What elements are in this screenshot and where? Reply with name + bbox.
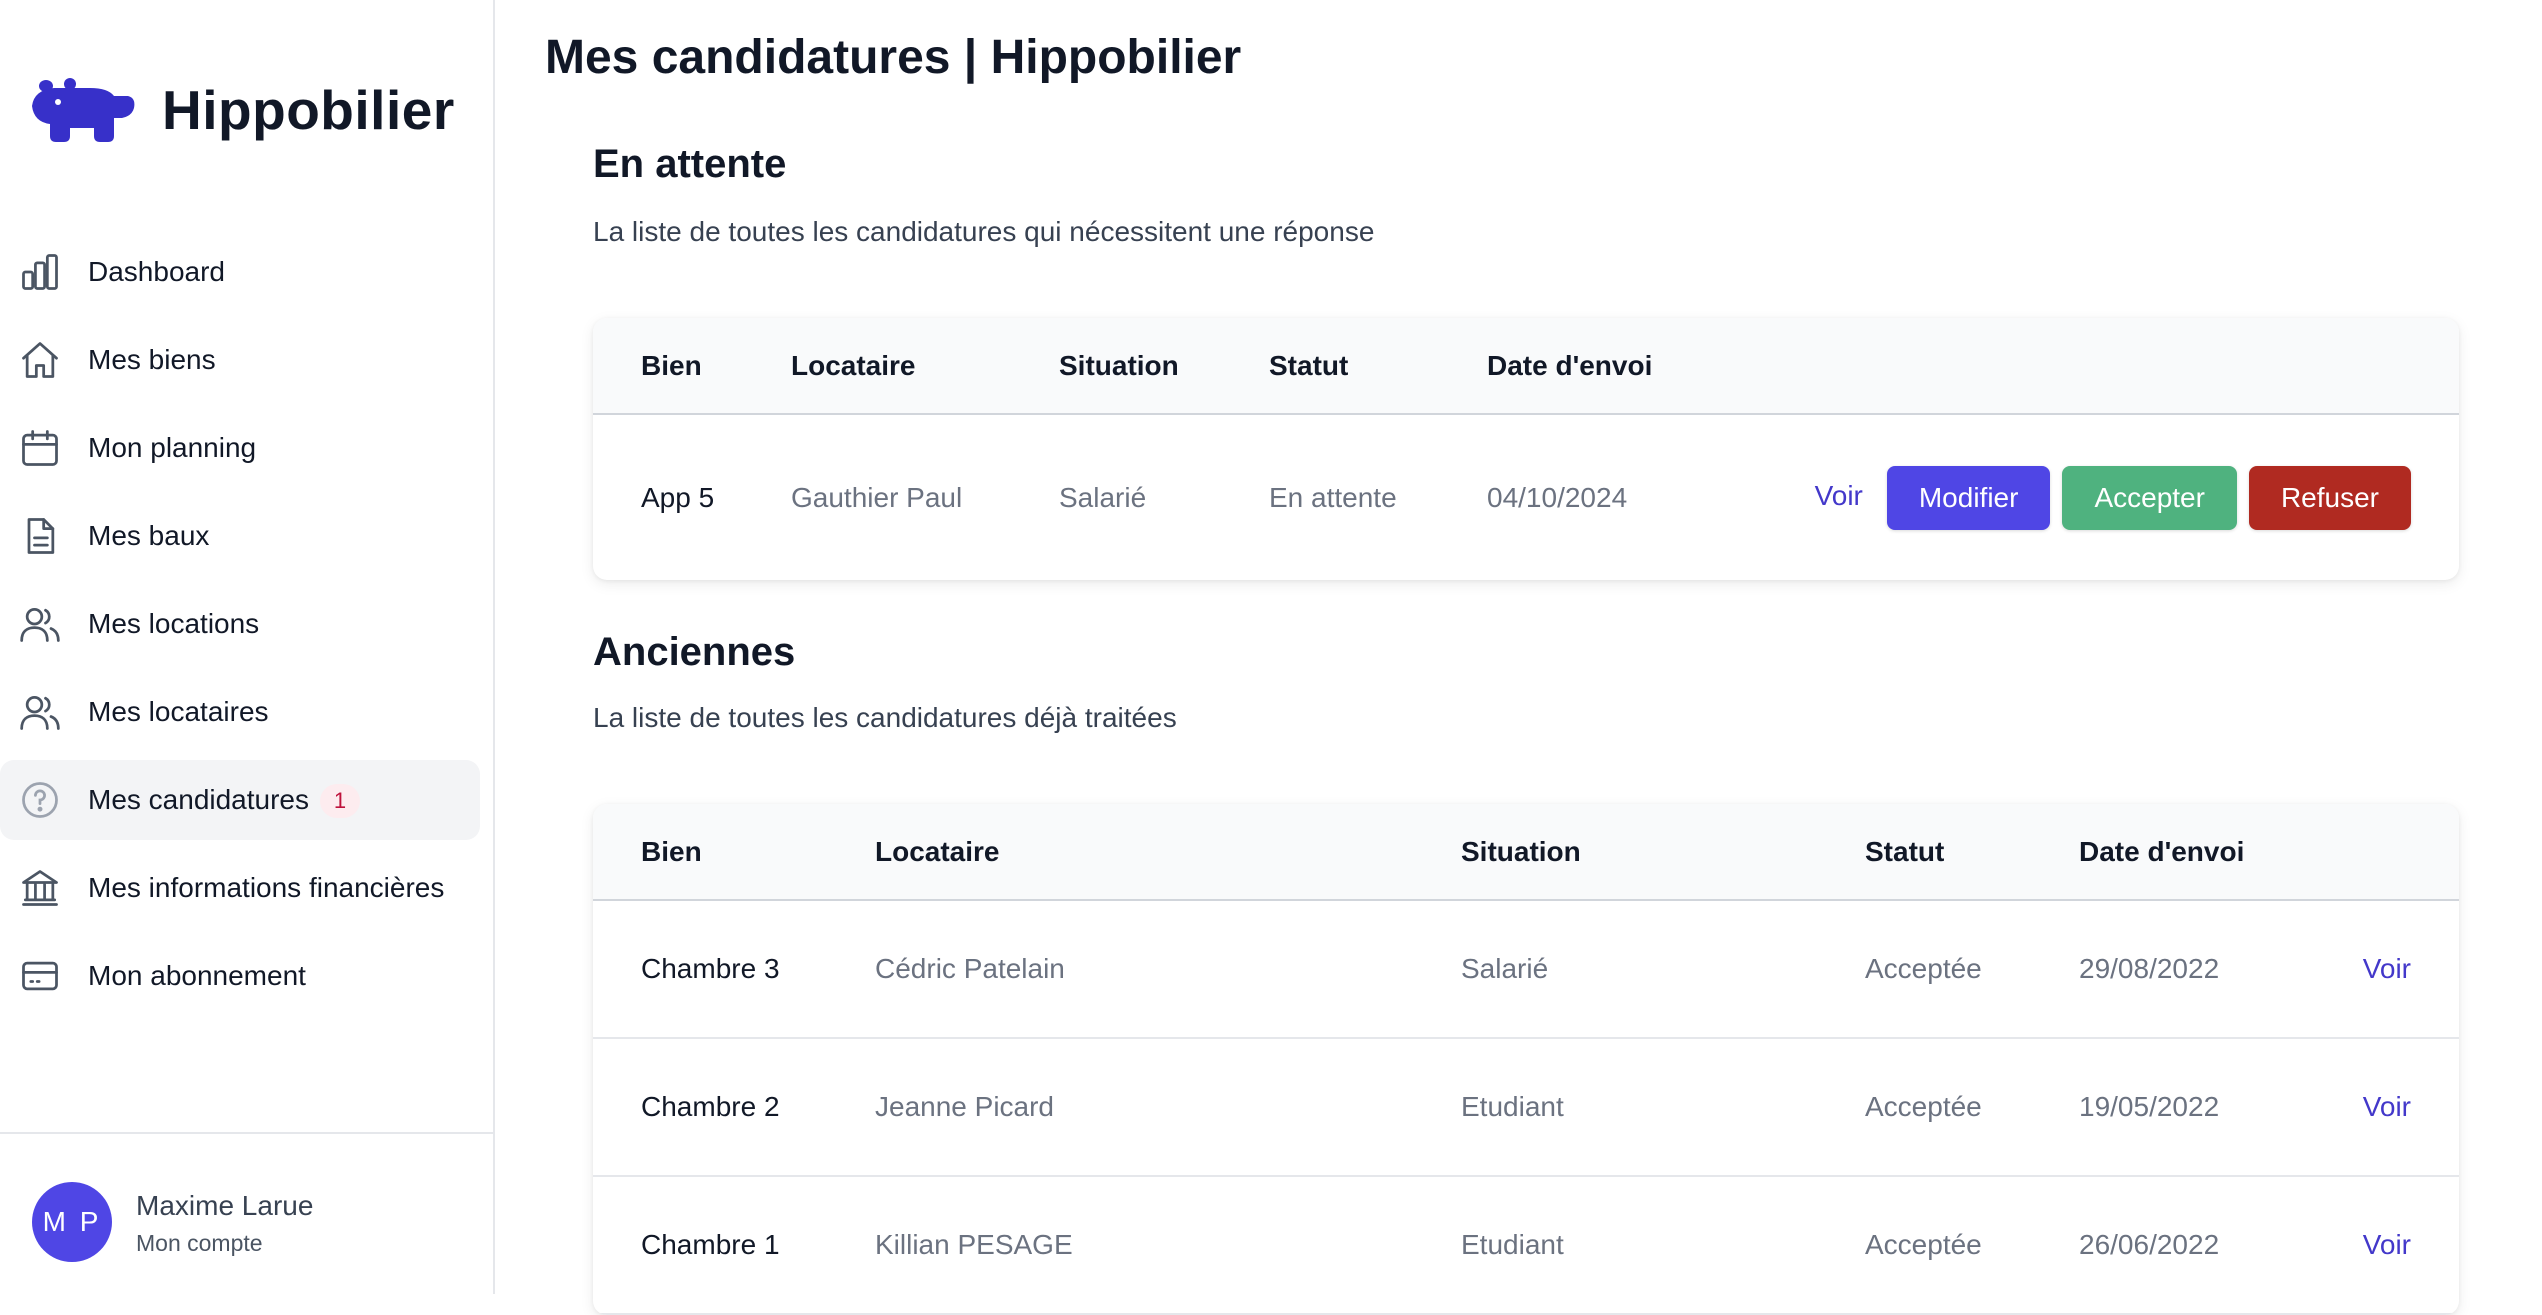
calendar-icon bbox=[18, 426, 62, 470]
main-content: Mes candidatures | Hippobilier En attent… bbox=[497, 0, 2542, 1315]
column-header-situation[interactable]: Situation bbox=[1059, 318, 1269, 415]
cell-statut: Acceptée bbox=[1865, 1176, 2079, 1315]
sidebar-item-label: Mes locations bbox=[88, 608, 260, 639]
notification-badge: 1 bbox=[320, 784, 360, 818]
cell-date: 29/08/2022 bbox=[2079, 900, 2329, 1039]
sidebar-item-mes-locations[interactable]: Mes locations bbox=[0, 584, 480, 664]
voir-link[interactable]: Voir bbox=[2363, 1229, 2411, 1260]
sidebar-item-label: Mes informations financières bbox=[88, 872, 445, 903]
cell-locataire: Killian PESAGE bbox=[875, 1176, 1461, 1315]
row-actions: Voir bbox=[2329, 1176, 2459, 1315]
column-header-locataire[interactable]: Locataire bbox=[875, 804, 1461, 901]
sidebar-item-mon-planning[interactable]: Mon planning bbox=[0, 408, 480, 488]
cell-statut: Acceptée bbox=[1865, 900, 2079, 1039]
table-header-row: Bien Locataire Situation Statut Date d'e… bbox=[593, 318, 2459, 415]
voir-link[interactable]: Voir bbox=[1815, 480, 1863, 511]
cell-date: 19/05/2022 bbox=[2079, 1038, 2329, 1177]
column-header-situation[interactable]: Situation bbox=[1461, 804, 1865, 901]
pending-table-card: Bien Locataire Situation Statut Date d'e… bbox=[593, 318, 2459, 580]
table-row: Chambre 2 Jeanne Picard Etudiant Accepté… bbox=[593, 1038, 2459, 1177]
cell-bien: Chambre 3 bbox=[593, 900, 875, 1039]
cell-locataire: Gauthier Paul bbox=[791, 481, 963, 513]
sidebar-item-mes-locataires[interactable]: Mes locataires bbox=[0, 672, 480, 752]
column-header-locataire[interactable]: Locataire bbox=[791, 318, 1059, 415]
column-header-date[interactable]: Date d'envoi bbox=[2079, 804, 2329, 901]
cell-statut: Acceptée bbox=[1865, 1038, 2079, 1177]
home-icon bbox=[18, 338, 62, 382]
old-section-title: Anciennes bbox=[593, 630, 796, 674]
old-section-description: La liste de toutes les candidatures déjà… bbox=[593, 702, 1177, 733]
cell-situation: Salarié bbox=[1059, 481, 1147, 513]
row-actions: Voir bbox=[2329, 1038, 2459, 1177]
column-header-actions bbox=[1807, 318, 2459, 415]
cell-situation: Salarié bbox=[1461, 900, 1865, 1039]
cell-situation: Etudiant bbox=[1461, 1038, 1865, 1177]
sidebar: Hippobilier Dashboard Mes biens Mon plan… bbox=[0, 0, 495, 1294]
old-table: Bien Locataire Situation Statut Date d'e… bbox=[593, 804, 2459, 1315]
sidebar-nav: Dashboard Mes biens Mon planning Mes bau… bbox=[0, 232, 480, 1024]
modifier-button[interactable]: Modifier bbox=[1886, 465, 2051, 530]
column-header-bien[interactable]: Bien bbox=[593, 318, 791, 415]
old-table-card: Bien Locataire Situation Statut Date d'e… bbox=[593, 804, 2459, 1315]
chart-bar-icon bbox=[18, 250, 62, 294]
pending-section-description: La liste de toutes les candidatures qui … bbox=[593, 216, 1375, 247]
hippo-logo-icon bbox=[32, 78, 135, 142]
sidebar-item-mes-baux[interactable]: Mes baux bbox=[0, 496, 480, 576]
cell-bien: Chambre 2 bbox=[593, 1038, 875, 1177]
column-header-statut[interactable]: Statut bbox=[1865, 804, 2079, 901]
refuser-button[interactable]: Refuser bbox=[2248, 465, 2411, 530]
cell-situation: Etudiant bbox=[1461, 1176, 1865, 1315]
column-header-bien[interactable]: Bien bbox=[593, 804, 875, 901]
sidebar-item-label: Mon planning bbox=[88, 432, 257, 463]
column-header-actions bbox=[2329, 804, 2459, 901]
sidebar-item-mes-candidatures[interactable]: Mes candidatures 1 bbox=[0, 760, 480, 840]
avatar[interactable]: M P bbox=[32, 1182, 112, 1262]
sidebar-item-label: Mes candidatures bbox=[88, 784, 310, 815]
sidebar-item-mes-biens[interactable]: Mes biens bbox=[0, 320, 480, 400]
account-link[interactable]: Mon compte bbox=[136, 1230, 263, 1257]
cell-date: 04/10/2024 bbox=[1487, 481, 1628, 513]
sidebar-item-label: Mes biens bbox=[88, 344, 216, 375]
row-actions: Voir Modifier Accepter Refuser bbox=[1807, 414, 2459, 580]
sidebar-item-label: Mon abonnement bbox=[88, 960, 306, 991]
cell-locataire: Jeanne Picard bbox=[875, 1038, 1461, 1177]
table-row: Chambre 3 Cédric Patelain Salarié Accept… bbox=[593, 900, 2459, 1039]
voir-link[interactable]: Voir bbox=[2363, 1091, 2411, 1122]
user-account[interactable]: M P Maxime Larue Mon compte bbox=[0, 1132, 493, 1294]
question-circle-icon bbox=[18, 778, 62, 822]
users-icon bbox=[18, 690, 62, 734]
brand[interactable]: Hippobilier bbox=[30, 70, 455, 150]
bank-icon bbox=[18, 866, 62, 910]
table-header-row: Bien Locataire Situation Statut Date d'e… bbox=[593, 804, 2459, 901]
sidebar-item-dashboard[interactable]: Dashboard bbox=[0, 232, 480, 312]
table-row: App 5 Gauthier Paul Salarié En attente 0… bbox=[593, 414, 2459, 580]
cell-bien: Chambre 1 bbox=[593, 1176, 875, 1315]
cell-locataire: Cédric Patelain bbox=[875, 900, 1461, 1039]
voir-link[interactable]: Voir bbox=[2363, 953, 2411, 984]
accepter-button[interactable]: Accepter bbox=[2062, 465, 2237, 530]
row-actions: Voir bbox=[2329, 900, 2459, 1039]
cell-statut: En attente bbox=[1269, 481, 1397, 513]
sidebar-item-mon-abonnement[interactable]: Mon abonnement bbox=[0, 936, 480, 1016]
document-icon bbox=[18, 514, 62, 558]
brand-name: Hippobilier bbox=[162, 79, 455, 141]
column-header-date[interactable]: Date d'envoi bbox=[1487, 318, 1807, 415]
sidebar-item-mes-informations-financieres[interactable]: Mes informations financières bbox=[0, 848, 480, 928]
page-title: Mes candidatures | Hippobilier bbox=[545, 31, 1242, 84]
users-icon bbox=[18, 602, 62, 646]
sidebar-item-label: Mes locataires bbox=[88, 696, 269, 727]
pending-section-title: En attente bbox=[593, 142, 787, 186]
column-header-statut[interactable]: Statut bbox=[1269, 318, 1487, 415]
pending-table: Bien Locataire Situation Statut Date d'e… bbox=[593, 318, 2459, 580]
sidebar-item-label: Dashboard bbox=[88, 256, 225, 287]
cell-date: 26/06/2022 bbox=[2079, 1176, 2329, 1315]
user-name: Maxime Larue bbox=[136, 1190, 314, 1221]
table-row: Chambre 1 Killian PESAGE Etudiant Accept… bbox=[593, 1176, 2459, 1315]
cell-bien: App 5 bbox=[641, 481, 715, 513]
credit-card-icon bbox=[18, 954, 62, 998]
sidebar-item-label: Mes baux bbox=[88, 520, 210, 551]
